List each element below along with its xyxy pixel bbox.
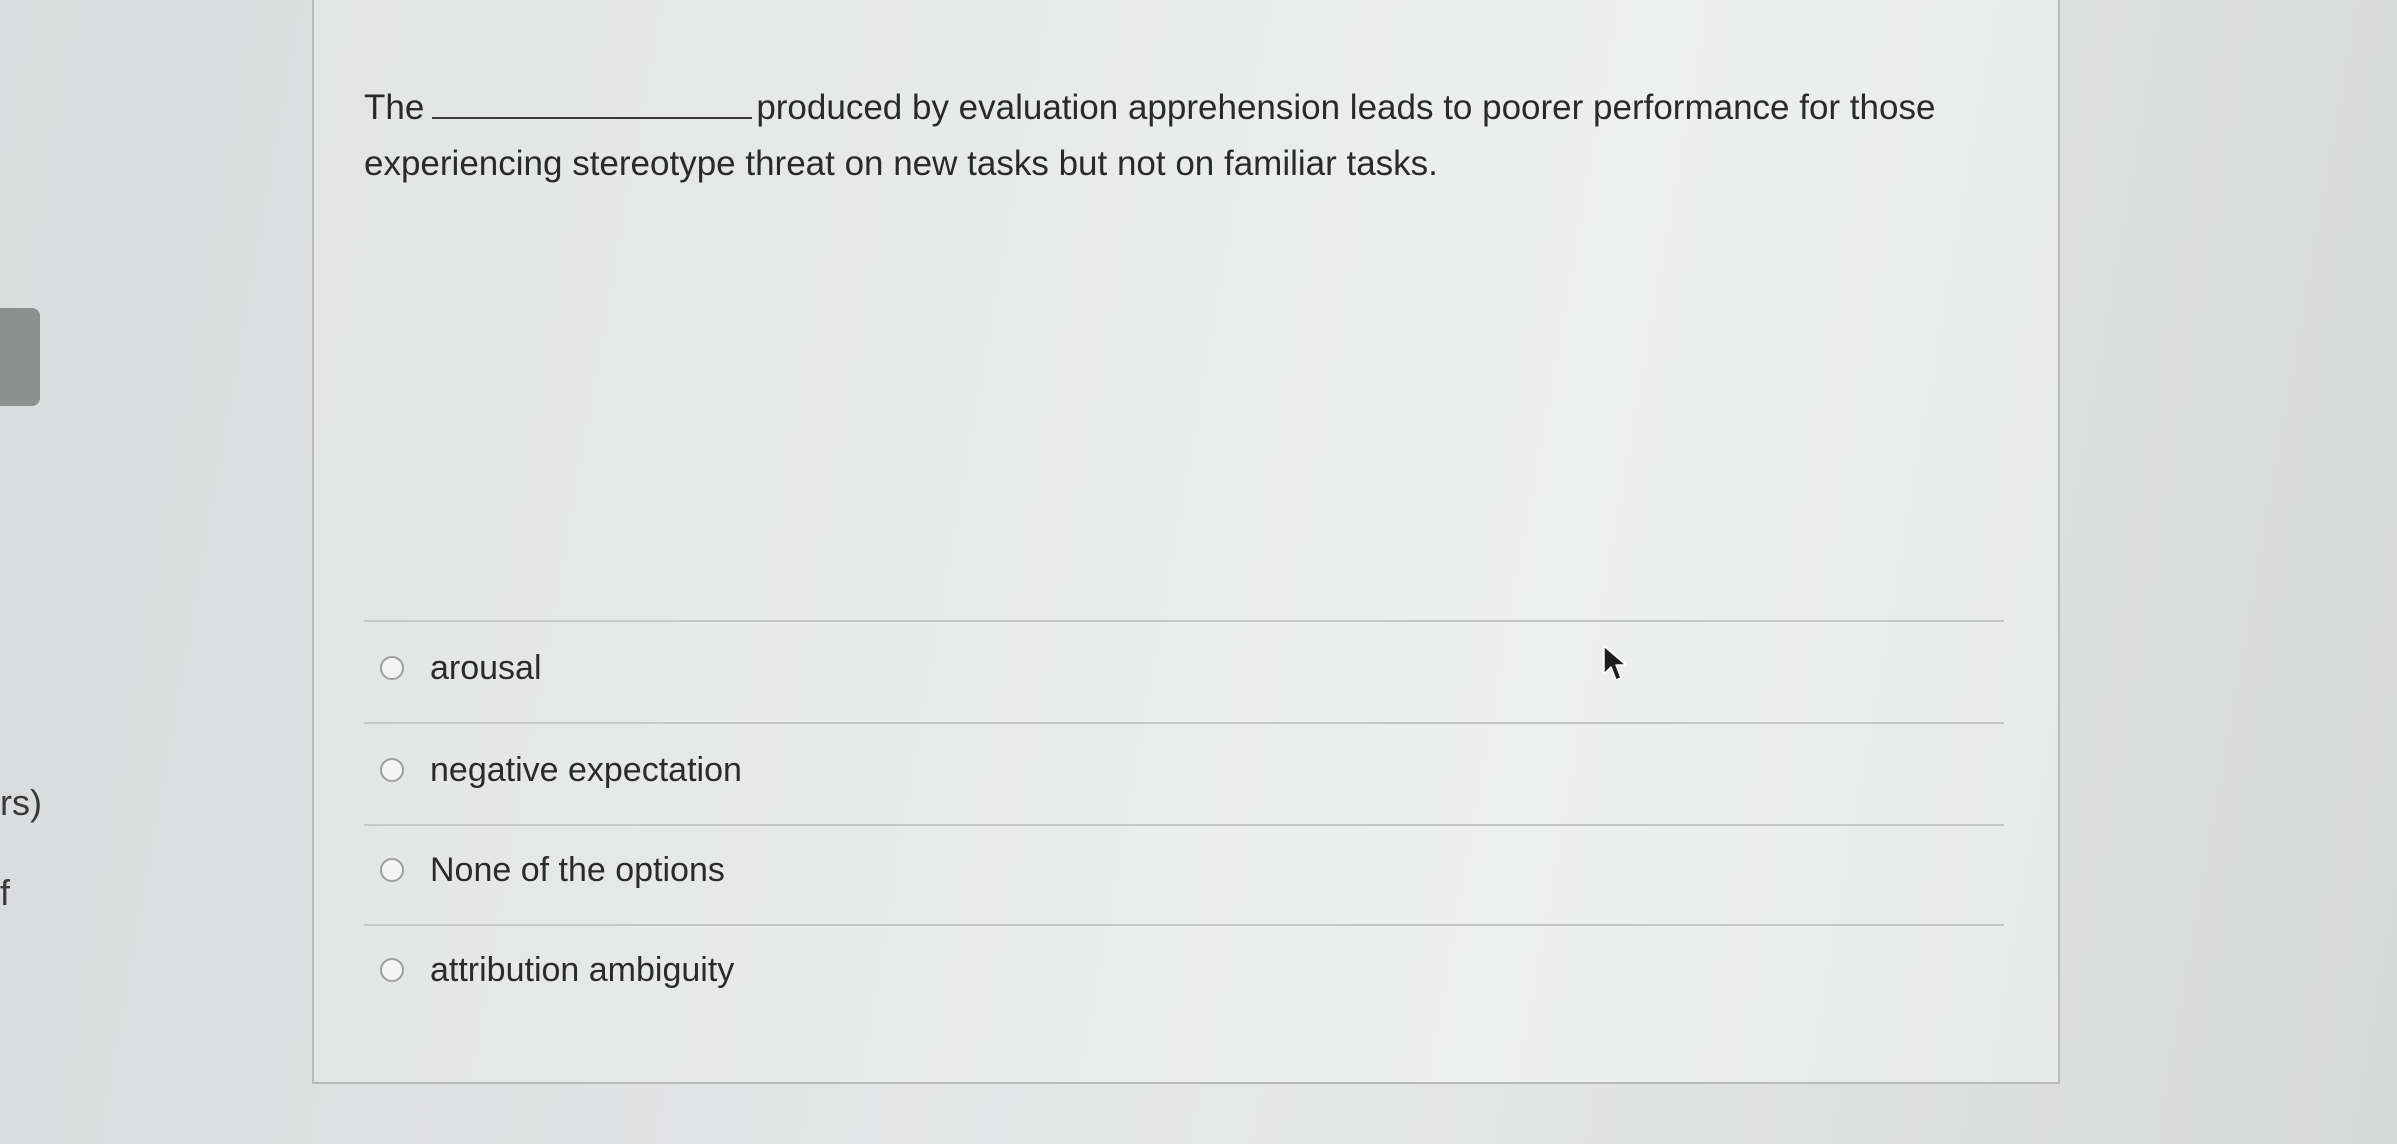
option-label: None of the options <box>430 850 725 889</box>
option-divider <box>364 620 2004 622</box>
option-label: arousal <box>430 648 542 687</box>
option-negative-expectation[interactable]: negative expectation <box>380 740 742 800</box>
option-arousal[interactable]: arousal <box>380 638 542 698</box>
radio-unchecked-icon[interactable] <box>380 758 404 782</box>
radio-unchecked-icon[interactable] <box>380 958 404 982</box>
option-divider <box>364 722 2004 724</box>
question-text-start: The <box>364 88 425 127</box>
side-panel-tab[interactable] <box>0 308 40 406</box>
question-prompt: The produced by evaluation apprehension l… <box>364 80 1984 192</box>
side-panel-text-fragment: f <box>0 872 11 913</box>
option-label: negative expectation <box>430 750 742 789</box>
mouse-pointer-icon <box>1603 645 1627 681</box>
option-label: attribution ambiguity <box>430 950 735 989</box>
option-divider <box>364 824 2004 826</box>
answer-blank <box>432 87 753 119</box>
question-card: The produced by evaluation apprehension l… <box>312 0 2060 1084</box>
option-none-of-the-options[interactable]: None of the options <box>380 840 725 900</box>
radio-unchecked-icon[interactable] <box>380 858 404 882</box>
option-attribution-ambiguity[interactable]: attribution ambiguity <box>380 940 734 1000</box>
radio-unchecked-icon[interactable] <box>380 656 404 680</box>
option-divider <box>364 924 2004 926</box>
side-panel-text-fragment: rs) <box>0 782 42 823</box>
